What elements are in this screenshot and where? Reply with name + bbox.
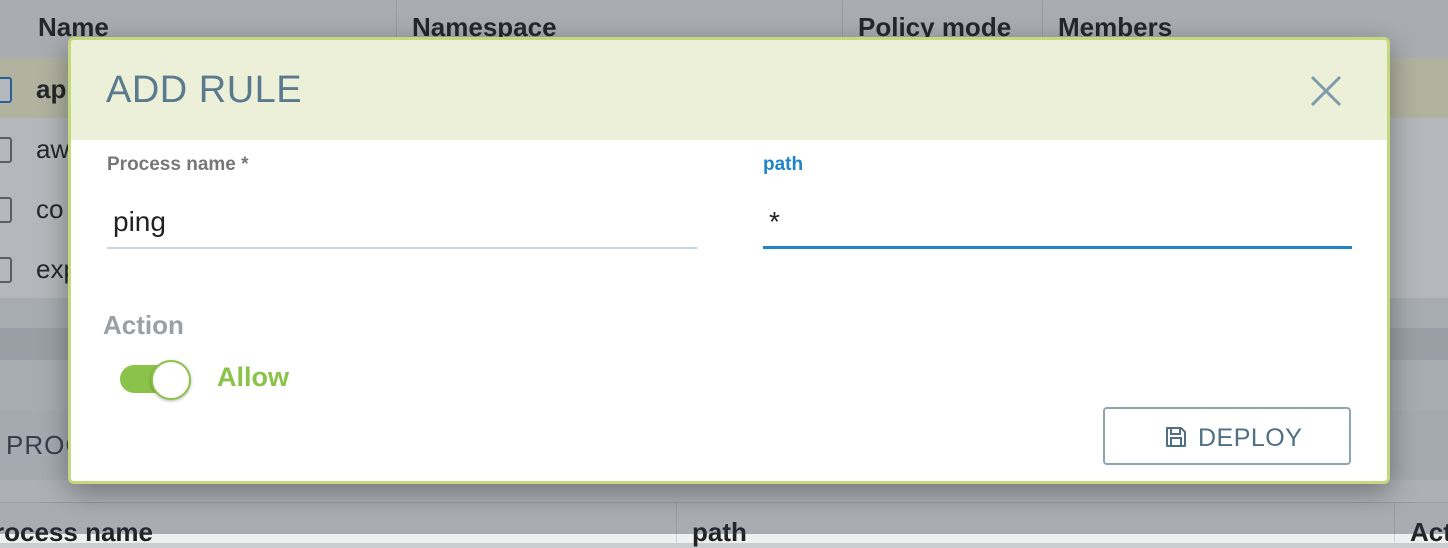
process-name-underline [107, 247, 697, 249]
action-label: Action [103, 310, 184, 340]
save-icon [1166, 427, 1186, 447]
path-label: path [763, 154, 804, 175]
dialog-title: ADD RULE [106, 69, 303, 111]
action-toggle-label: Allow [217, 362, 289, 392]
dialog-header: ADD RULE [71, 40, 1387, 140]
close-button[interactable] [1309, 74, 1343, 108]
deploy-button-label: DEPLOY [1198, 424, 1303, 452]
path-underline [763, 246, 1352, 249]
path-input[interactable] [763, 200, 1352, 244]
process-name-input[interactable] [107, 200, 697, 244]
action-toggle[interactable] [120, 360, 192, 400]
add-rule-dialog: ADD RULE Process name * path Action Allo… [68, 37, 1390, 484]
toggle-thumb [151, 360, 191, 400]
process-name-label: Process name * [107, 154, 249, 175]
deploy-button[interactable]: DEPLOY [1103, 407, 1351, 465]
close-icon [1310, 75, 1342, 107]
